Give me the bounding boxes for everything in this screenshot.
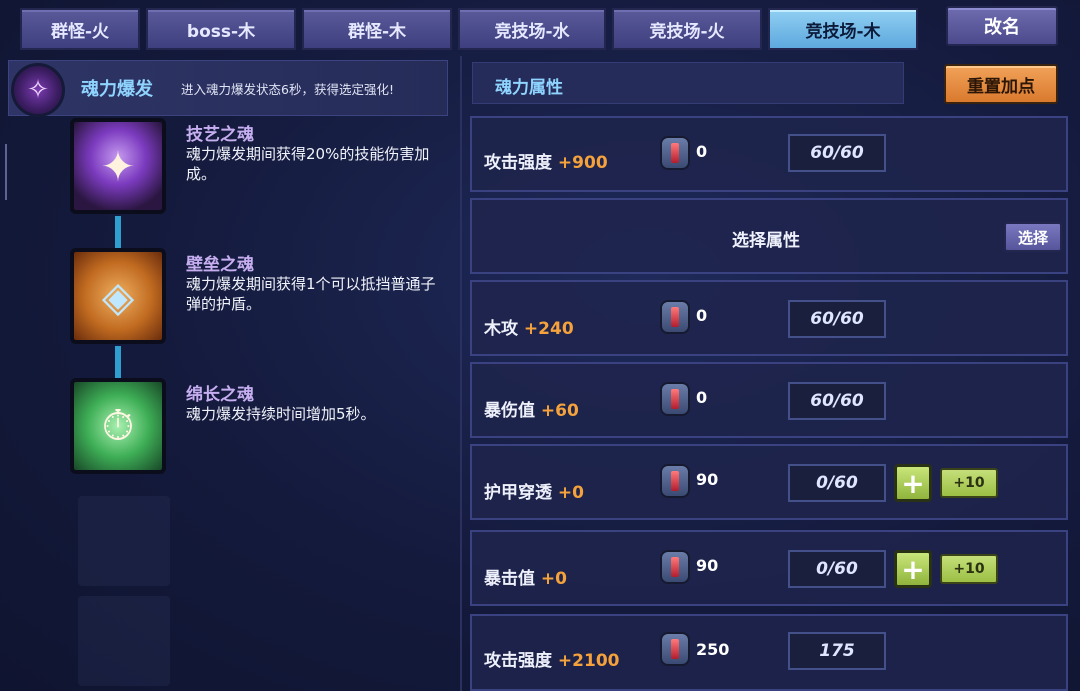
panel-divider [460, 56, 462, 691]
attribute-value: 60/60 [788, 134, 886, 172]
soul-name: 绵长之魂 [186, 385, 254, 405]
tab-arena-wood[interactable]: 竞技场-木 [768, 8, 918, 50]
tab-group-fire[interactable]: 群怪-火 [20, 8, 140, 50]
attribute-label: 木攻 [484, 319, 518, 339]
attribute-name: 攻击强度 +900 [484, 148, 608, 173]
attributes-title: 魂力属性 [495, 78, 563, 98]
attribute-label: 护甲穿透 [484, 483, 552, 503]
soul-burst-icon: ✧ [11, 63, 65, 117]
attribute-value: 0/60 [788, 464, 886, 502]
attribute-value: 175 [788, 632, 886, 670]
soul-gem-icon [660, 550, 690, 584]
soul-gem-icon [660, 136, 690, 170]
gem-count: 0 [696, 306, 708, 325]
attribute-value: 60/60 [788, 382, 886, 420]
attribute-name: 暴击值 +0 [484, 564, 567, 589]
attribute-name: 木攻 +240 [484, 314, 574, 339]
attribute-row: 护甲穿透 +0 90 0/60 + +10 [470, 444, 1068, 520]
soul-gem-icon [660, 464, 690, 498]
connector-line [115, 216, 121, 248]
add-ten-points-button[interactable]: +10 [940, 554, 998, 584]
attribute-bonus: +0 [540, 569, 567, 589]
select-attribute-label: 选择属性 [732, 231, 800, 251]
rename-button[interactable]: 改名 [946, 6, 1058, 46]
attribute-bonus: +0 [557, 483, 584, 503]
flame-shell-icon: ✦ [70, 118, 166, 214]
attribute-row: 攻击强度 +2100 250 175 [470, 614, 1068, 691]
attribute-row: 暴伤值 +60 0 60/60 [470, 362, 1068, 438]
attribute-name: 攻击强度 +2100 [484, 646, 619, 671]
reset-points-button[interactable]: 重置加点 [944, 64, 1058, 104]
attribute-name: 暴伤值 +60 [484, 396, 579, 421]
soul-description: 魂力爆发期间获得1个可以抵挡普通子弹的护盾。 [186, 275, 436, 313]
tab-group-wood[interactable]: 群怪-木 [302, 8, 452, 50]
empty-slot [78, 496, 170, 586]
select-attribute-row: 选择属性 选择 [470, 198, 1068, 274]
attribute-bonus: +240 [523, 319, 574, 339]
soul-description: 魂力爆发期间获得20%的技能伤害加成。 [186, 145, 430, 183]
attribute-row: 暴击值 +0 90 0/60 + +10 [470, 530, 1068, 606]
gem-count: 90 [696, 556, 719, 575]
burst-description: 进入魂力爆发状态6秒，获得选定强化! [181, 82, 394, 97]
attribute-label: 暴击值 [484, 569, 535, 589]
soul-item-skill[interactable]: ✦ 技艺之魂 魂力爆发期间获得20%的技能伤害加成。 [70, 118, 450, 218]
attribute-label: 攻击强度 [484, 153, 552, 173]
gem-count: 0 [696, 142, 708, 161]
tab-boss-wood[interactable]: boss-木 [146, 8, 296, 50]
stopwatch-icon: ⏱ [70, 378, 166, 474]
tab-arena-water[interactable]: 竞技场-水 [458, 8, 606, 50]
select-button[interactable]: 选择 [1004, 222, 1062, 252]
soul-item-bulwark[interactable]: ◈ 壁垒之魂 魂力爆发期间获得1个可以抵挡普通子弹的护盾。 [70, 248, 450, 348]
attribute-label: 暴伤值 [484, 401, 535, 421]
attribute-row: 木攻 +240 0 60/60 [470, 280, 1068, 356]
tab-arena-fire[interactable]: 竞技场-火 [612, 8, 762, 50]
soul-description: 魂力爆发持续时间增加5秒。 [186, 405, 376, 423]
soul-gem-icon [660, 300, 690, 334]
attribute-name: 护甲穿透 +0 [484, 478, 584, 503]
attributes-header: 魂力属性 [472, 62, 904, 104]
attribute-value: 60/60 [788, 300, 886, 338]
gem-count: 250 [696, 640, 730, 659]
attribute-label: 攻击强度 [484, 651, 552, 671]
shield-icon: ◈ [70, 248, 166, 344]
empty-slot [78, 596, 170, 686]
soul-item-lasting[interactable]: ⏱ 绵长之魂 魂力爆发持续时间增加5秒。 [70, 378, 450, 478]
burst-title: 魂力爆发 [81, 79, 153, 100]
soul-name: 技艺之魂 [186, 125, 254, 145]
add-ten-points-button[interactable]: +10 [940, 468, 998, 498]
burst-header: ✧ 魂力爆发 进入魂力爆发状态6秒，获得选定强化! [8, 60, 448, 117]
gem-count: 0 [696, 388, 708, 407]
scrollbar[interactable] [5, 144, 7, 200]
soul-panel: ✧ 魂力爆发 进入魂力爆发状态6秒，获得选定强化! ✦ 技艺之魂 魂力爆发期间获… [0, 56, 456, 691]
attribute-row: 攻击强度 +900 0 60/60 [470, 116, 1068, 192]
attribute-bonus: +2100 [557, 651, 620, 671]
gem-count: 90 [696, 470, 719, 489]
soul-gem-icon [660, 632, 690, 666]
soul-gem-icon [660, 382, 690, 416]
add-point-button[interactable]: + [894, 550, 932, 588]
soul-name: 壁垒之魂 [186, 255, 254, 275]
connector-line [115, 346, 121, 378]
attribute-bonus: +900 [557, 153, 608, 173]
attribute-value: 0/60 [788, 550, 886, 588]
attribute-bonus: +60 [540, 401, 579, 421]
add-point-button[interactable]: + [894, 464, 932, 502]
